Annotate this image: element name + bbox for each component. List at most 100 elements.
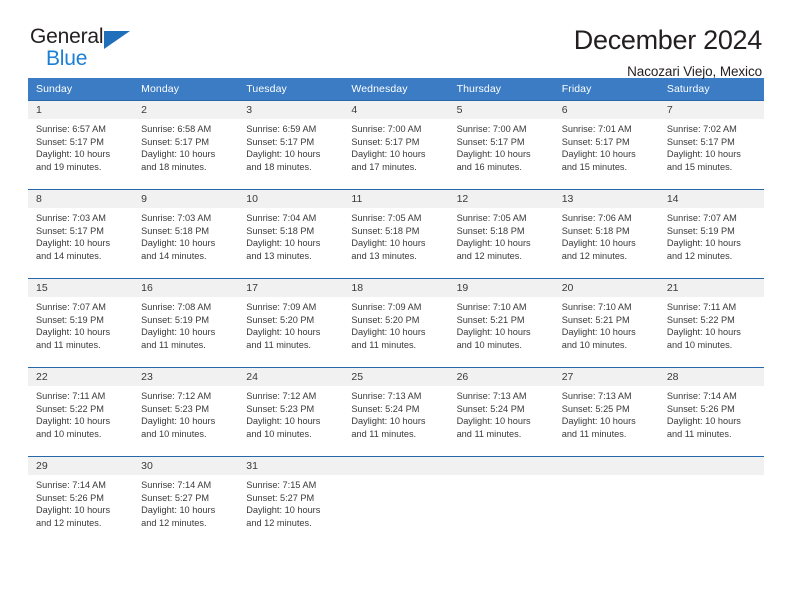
calendar-container: Sunday Monday Tuesday Wednesday Thursday…: [0, 78, 792, 546]
weekday-header-tuesday: Tuesday: [238, 78, 344, 101]
calendar-day-cell[interactable]: 14 Sunrise: 7:07 AM Sunset: 5:19 PM Dayligh…: [658, 189, 764, 279]
calendar-day-cell[interactable]: 20 Sunrise: 7:10 AM Sunset: 5:21 PM Dayligh…: [553, 278, 659, 368]
day-number: 19: [448, 279, 554, 297]
sunrise-text: Sunrise: 7:14 AM: [141, 480, 212, 490]
daylight-text: Daylight: 10 hours and 11 minutes.: [351, 327, 426, 350]
calendar-body: 1 Sunrise: 6:57 AM Sunset: 5:17 PM Daylight…: [28, 100, 764, 546]
daylight-text: Daylight: 10 hours and 10 minutes.: [666, 327, 741, 350]
calendar-day-cell[interactable]: 9 Sunrise: 7:03 AM Sunset: 5:18 PM Daylight…: [133, 189, 239, 279]
sunset-text: Sunset: 5:26 PM: [666, 403, 735, 414]
calendar-day-cell[interactable]: 26 Sunrise: 7:13 AM Sunset: 5:24 PM Dayligh…: [448, 367, 554, 457]
sunrise-text: Sunrise: 7:04 AM: [246, 213, 317, 223]
calendar-day-cell[interactable]: 18 Sunrise: 7:09 AM Sunset: 5:20 PM Dayligh…: [343, 278, 449, 368]
page-subtitle: Nacozari Viejo, Mexico: [627, 63, 762, 79]
daylight-text: Daylight: 10 hours and 18 minutes.: [141, 149, 216, 172]
day-details: Sunrise: 7:05 AM Sunset: 5:18 PM Daylight:…: [449, 208, 554, 262]
daylight-text: Daylight: 10 hours and 11 minutes.: [456, 416, 531, 439]
day-number: [658, 457, 764, 475]
day-details: Sunrise: 7:11 AM Sunset: 5:22 PM Daylight:…: [659, 297, 764, 351]
daylight-text: Daylight: 10 hours and 11 minutes.: [561, 416, 636, 439]
daylight-text: Daylight: 10 hours and 15 minutes.: [561, 149, 636, 172]
calendar-day-cell[interactable]: 16 Sunrise: 7:08 AM Sunset: 5:19 PM Dayligh…: [133, 278, 239, 368]
calendar-day-cell[interactable]: 29 Sunrise: 7:14 AM Sunset: 5:26 PM Dayligh…: [28, 456, 134, 546]
day-details: Sunrise: 6:58 AM Sunset: 5:17 PM Daylight:…: [133, 119, 238, 173]
day-number: [448, 457, 554, 475]
sunrise-text: Sunrise: 7:02 AM: [666, 124, 737, 134]
calendar-day-cell[interactable]: 11 Sunrise: 7:05 AM Sunset: 5:18 PM Dayligh…: [343, 189, 449, 279]
triangle-icon: [104, 31, 130, 49]
daylight-text: Daylight: 10 hours and 12 minutes.: [561, 238, 636, 261]
calendar-table: Sunday Monday Tuesday Wednesday Thursday…: [28, 78, 764, 546]
sunset-text: Sunset: 5:23 PM: [246, 403, 315, 414]
day-details: Sunrise: 7:12 AM Sunset: 5:23 PM Daylight:…: [133, 386, 238, 440]
calendar-day-cell[interactable]: 27 Sunrise: 7:13 AM Sunset: 5:25 PM Dayligh…: [553, 367, 659, 457]
calendar-day-cell[interactable]: 17 Sunrise: 7:09 AM Sunset: 5:20 PM Dayligh…: [238, 278, 344, 368]
sunrise-text: Sunrise: 7:03 AM: [141, 213, 212, 223]
day-details: Sunrise: 7:06 AM Sunset: 5:18 PM Daylight:…: [554, 208, 659, 262]
calendar-day-cell[interactable]: 28 Sunrise: 7:14 AM Sunset: 5:26 PM Dayligh…: [658, 367, 764, 457]
daylight-text: Daylight: 10 hours and 10 minutes.: [561, 327, 636, 350]
day-number: 10: [238, 190, 344, 208]
calendar-day-cell[interactable]: 6 Sunrise: 7:01 AM Sunset: 5:17 PM Daylight…: [553, 100, 659, 190]
calendar-day-cell[interactable]: 23 Sunrise: 7:12 AM Sunset: 5:23 PM Dayligh…: [133, 367, 239, 457]
day-details: Sunrise: 7:01 AM Sunset: 5:17 PM Daylight:…: [554, 119, 659, 173]
day-number: 26: [448, 368, 554, 386]
sunrise-text: Sunrise: 7:08 AM: [141, 302, 212, 312]
day-details: Sunrise: 7:14 AM Sunset: 5:26 PM Daylight:…: [659, 386, 764, 440]
day-number: 27: [553, 368, 659, 386]
calendar-day-cell[interactable]: 4 Sunrise: 7:00 AM Sunset: 5:17 PM Daylight…: [343, 100, 449, 190]
sunset-text: Sunset: 5:17 PM: [141, 136, 210, 147]
day-number: 31: [238, 457, 344, 475]
day-details: Sunrise: 7:07 AM Sunset: 5:19 PM Daylight:…: [659, 208, 764, 262]
daylight-text: Daylight: 10 hours and 12 minutes.: [36, 505, 111, 528]
day-details: Sunrise: 6:57 AM Sunset: 5:17 PM Daylight:…: [28, 119, 133, 173]
sunrise-text: Sunrise: 7:05 AM: [456, 213, 527, 223]
weekday-header-saturday: Saturday: [658, 78, 764, 101]
sunset-text: Sunset: 5:18 PM: [456, 225, 525, 236]
day-details: Sunrise: 7:00 AM Sunset: 5:17 PM Daylight:…: [449, 119, 554, 173]
calendar-day-cell[interactable]: 10 Sunrise: 7:04 AM Sunset: 5:18 PM Dayligh…: [238, 189, 344, 279]
calendar-day-cell[interactable]: 2 Sunrise: 6:58 AM Sunset: 5:17 PM Daylight…: [133, 100, 239, 190]
weekday-header-thursday: Thursday: [448, 78, 554, 101]
sunrise-text: Sunrise: 7:13 AM: [561, 391, 632, 401]
weekday-header-row: Sunday Monday Tuesday Wednesday Thursday…: [28, 78, 764, 101]
daylight-text: Daylight: 10 hours and 19 minutes.: [36, 149, 111, 172]
day-number: 17: [238, 279, 344, 297]
calendar-day-cell[interactable]: 13 Sunrise: 7:06 AM Sunset: 5:18 PM Dayligh…: [553, 189, 659, 279]
sunset-text: Sunset: 5:19 PM: [36, 314, 104, 325]
calendar-day-cell-empty: [553, 456, 659, 546]
calendar-day-cell[interactable]: 31 Sunrise: 7:15 AM Sunset: 5:27 PM Dayligh…: [238, 456, 344, 546]
sunrise-text: Sunrise: 7:00 AM: [351, 124, 422, 134]
sunset-text: Sunset: 5:20 PM: [246, 314, 315, 325]
daylight-text: Daylight: 10 hours and 13 minutes.: [351, 238, 426, 261]
sunset-text: Sunset: 5:17 PM: [36, 225, 104, 236]
calendar-day-cell[interactable]: 21 Sunrise: 7:11 AM Sunset: 5:22 PM Dayligh…: [658, 278, 764, 368]
calendar-day-cell[interactable]: 3 Sunrise: 6:59 AM Sunset: 5:17 PM Daylight…: [238, 100, 344, 190]
sunset-text: Sunset: 5:17 PM: [456, 136, 525, 147]
calendar-day-cell[interactable]: 8 Sunrise: 7:03 AM Sunset: 5:17 PM Daylight…: [28, 189, 134, 279]
calendar-day-cell[interactable]: 15 Sunrise: 7:07 AM Sunset: 5:19 PM Dayligh…: [28, 278, 134, 368]
day-details: Sunrise: 7:15 AM Sunset: 5:27 PM Daylight:…: [238, 475, 343, 529]
calendar-day-cell[interactable]: 5 Sunrise: 7:00 AM Sunset: 5:17 PM Daylight…: [448, 100, 554, 190]
sunset-text: Sunset: 5:17 PM: [351, 136, 420, 147]
calendar-day-cell[interactable]: 1 Sunrise: 6:57 AM Sunset: 5:17 PM Daylight…: [28, 100, 134, 190]
calendar-day-cell[interactable]: 7 Sunrise: 7:02 AM Sunset: 5:17 PM Daylight…: [658, 100, 764, 190]
daylight-text: Daylight: 10 hours and 14 minutes.: [36, 238, 111, 261]
calendar-day-cell[interactable]: 12 Sunrise: 7:05 AM Sunset: 5:18 PM Dayligh…: [448, 189, 554, 279]
calendar-day-cell[interactable]: 25 Sunrise: 7:13 AM Sunset: 5:24 PM Dayligh…: [343, 367, 449, 457]
sunset-text: Sunset: 5:17 PM: [36, 136, 104, 147]
calendar-day-cell[interactable]: 30 Sunrise: 7:14 AM Sunset: 5:27 PM Dayligh…: [133, 456, 239, 546]
sunrise-text: Sunrise: 7:03 AM: [36, 213, 106, 223]
calendar-day-cell[interactable]: 24 Sunrise: 7:12 AM Sunset: 5:23 PM Dayligh…: [238, 367, 344, 457]
calendar-day-cell[interactable]: 19 Sunrise: 7:10 AM Sunset: 5:21 PM Dayligh…: [448, 278, 554, 368]
calendar-day-cell[interactable]: 22 Sunrise: 7:11 AM Sunset: 5:22 PM Dayligh…: [28, 367, 134, 457]
weekday-header-wednesday: Wednesday: [343, 78, 449, 101]
sunset-text: Sunset: 5:24 PM: [456, 403, 525, 414]
daylight-text: Daylight: 10 hours and 11 minutes.: [36, 327, 111, 350]
day-details: Sunrise: 7:14 AM Sunset: 5:27 PM Daylight:…: [133, 475, 238, 529]
sunrise-text: Sunrise: 7:13 AM: [351, 391, 422, 401]
logo-text-general: General: [30, 25, 104, 48]
logo[interactable]: General Blue: [30, 26, 150, 72]
calendar-day-cell-empty: [658, 456, 764, 546]
day-details: Sunrise: 7:03 AM Sunset: 5:18 PM Daylight:…: [133, 208, 238, 262]
